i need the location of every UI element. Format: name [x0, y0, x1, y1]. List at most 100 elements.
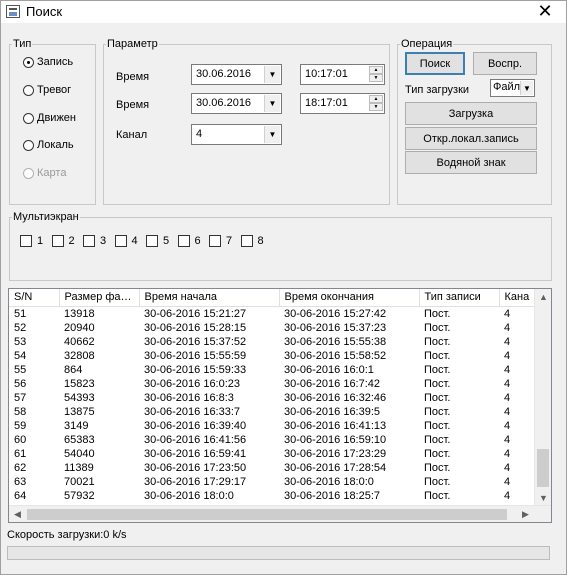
play-button[interactable]: Воспр. — [473, 52, 537, 75]
column-header[interactable]: S/N — [9, 289, 60, 307]
table-row[interactable]: 53 40662 30-06-2016 15:37:52 30-06-2016 15:… — [9, 335, 551, 349]
multiscreen-checkbox[interactable]: 2 — [51, 235, 75, 247]
scroll-thumb[interactable] — [537, 449, 549, 487]
column-header[interactable]: Время окончания — [279, 289, 420, 307]
table-cell: Пост. — [424, 489, 451, 502]
time-spinner[interactable]: ▲ ▼ — [369, 95, 383, 112]
table-cell: Пост. — [424, 475, 451, 488]
table-cell: 30-06-2016 16:59:10 — [284, 433, 387, 446]
multiscreen-checkbox[interactable]: 8 — [240, 235, 264, 247]
spin-up-icon[interactable]: ▲ — [369, 95, 383, 103]
multiscreen-checkbox[interactable]: 1 — [20, 235, 43, 247]
type-option[interactable]: Движен — [23, 112, 77, 124]
watermark-button[interactable]: Водяной знак — [405, 151, 537, 174]
table-row[interactable]: 58 13875 30-06-2016 16:33:7 30-06-2016 16:3… — [9, 405, 551, 419]
start-date-picker[interactable]: 30.06.2016 ▼ — [191, 64, 282, 85]
spin-down-icon[interactable]: ▼ — [369, 103, 383, 111]
multiscreen-checkbox[interactable]: 3 — [83, 235, 106, 247]
download-type-select[interactable]: Файл ▼ — [490, 79, 535, 97]
search-button[interactable]: Поиск — [405, 52, 465, 75]
open-local-record-button[interactable]: Откр.локал.запись — [405, 127, 537, 150]
checkbox-icon[interactable] — [240, 235, 253, 247]
table-cell: 30-06-2016 16:8:3 — [144, 391, 234, 404]
table-row[interactable]: 57 54393 30-06-2016 16:8:3 30-06-2016 16:32… — [9, 391, 551, 405]
horizontal-scrollbar[interactable]: ◀ ▶ — [9, 505, 551, 522]
end-date-picker[interactable]: 30.06.2016 ▼ — [191, 93, 282, 114]
time-spinner[interactable]: ▲ ▼ — [369, 66, 383, 83]
channel-select[interactable]: 4 ▼ — [191, 124, 282, 145]
multiscreen-checkbox[interactable]: 5 — [146, 235, 169, 247]
multiscreen-checkbox[interactable]: 4 — [114, 235, 138, 247]
table-cell: 40662 — [64, 335, 95, 348]
radio-icon[interactable] — [23, 139, 34, 151]
table-cell: 30-06-2016 17:23:50 — [144, 461, 247, 474]
radio-icon[interactable] — [23, 56, 34, 68]
table-cell: Пост. — [424, 461, 451, 474]
start-time-field[interactable]: 10:17:01 ▲ ▼ — [300, 64, 385, 85]
type-option[interactable]: Локаль — [23, 139, 77, 151]
table-cell: 30-06-2016 15:37:23 — [284, 321, 387, 334]
table-cell: 30-06-2016 15:59:33 — [144, 363, 247, 376]
search-window: Поиск ✕ Тип Запись Тревог Движен Локаль Карт… — [0, 0, 567, 575]
checkbox-icon[interactable] — [177, 235, 190, 247]
radio-icon[interactable] — [23, 112, 34, 124]
table-row[interactable]: 61 54040 30-06-2016 16:59:41 30-06-2016 17:… — [9, 447, 551, 461]
type-option[interactable]: Тревог — [23, 84, 77, 96]
table-row[interactable]: 60 65383 30-06-2016 16:41:56 30-06-2016 16:… — [9, 433, 551, 447]
table-cell: Пост. — [424, 307, 451, 320]
download-button[interactable]: Загрузка — [405, 102, 537, 125]
multiscreen-checkbox-label: 6 — [194, 235, 201, 247]
start-time-label: Время — [116, 71, 150, 83]
table-row[interactable]: 51 13918 30-06-2016 15:21:27 30-06-2016 15:… — [9, 306, 551, 321]
column-header[interactable]: Размер фа… — [59, 289, 140, 307]
table-cell: Пост. — [424, 433, 451, 446]
end-time-field[interactable]: 18:17:01 ▲ ▼ — [300, 93, 385, 114]
chevron-left-icon[interactable]: ◀ — [9, 506, 26, 522]
vertical-scrollbar[interactable]: ▲ ▼ — [534, 289, 551, 507]
table-row[interactable]: 63 70021 30-06-2016 17:29:17 30-06-2016 18:… — [9, 475, 551, 489]
checkbox-icon[interactable] — [209, 235, 221, 247]
radio-icon[interactable] — [23, 84, 34, 96]
table-row[interactable]: 62 11389 30-06-2016 17:23:50 30-06-2016 17:… — [9, 461, 551, 475]
chevron-down-icon[interactable]: ▼ — [520, 81, 533, 95]
scroll-thumb[interactable] — [27, 509, 507, 520]
channel-value: 4 — [196, 128, 203, 140]
checkbox-icon[interactable] — [20, 235, 32, 247]
table-cell: 20940 — [64, 321, 95, 334]
table-cell: 30-06-2016 17:29:17 — [144, 475, 247, 488]
title-bar: Поиск ✕ — [1, 1, 566, 23]
chevron-down-icon[interactable]: ▼ — [264, 66, 280, 83]
multiscreen-checkbox[interactable]: 6 — [177, 235, 201, 247]
table-row[interactable]: 64 57932 30-06-2016 18:0:0 30-06-2016 18:25… — [9, 489, 551, 503]
table-cell: 30-06-2016 16:33:7 — [144, 405, 241, 418]
close-icon[interactable]: ✕ — [534, 1, 556, 22]
table-row[interactable]: 52 20940 30-06-2016 15:28:15 30-06-2016 15:… — [9, 321, 551, 335]
multiscreen-checkbox-label: 5 — [163, 235, 170, 247]
type-option[interactable]: Запись — [23, 56, 77, 68]
spin-up-icon[interactable]: ▲ — [369, 66, 383, 74]
table-cell: 30-06-2016 15:27:42 — [284, 307, 387, 320]
chevron-down-icon[interactable]: ▼ — [264, 95, 280, 112]
table-row[interactable]: 59 3149 30-06-2016 16:39:40 30-06-2016 16:4… — [9, 419, 551, 433]
chevron-down-icon[interactable]: ▼ — [264, 126, 280, 143]
table-row[interactable]: 54 32808 30-06-2016 15:55:59 30-06-2016 15:… — [9, 349, 551, 363]
column-header[interactable]: Время начала — [139, 289, 280, 307]
chevron-up-icon[interactable]: ▲ — [535, 289, 551, 306]
table-cell: 53 — [14, 335, 27, 348]
table-row[interactable]: 56 15823 30-06-2016 16:0:23 30-06-2016 16:7… — [9, 377, 551, 391]
chevron-right-icon[interactable]: ▶ — [517, 506, 534, 522]
table-cell: 30-06-2016 16:39:5 — [284, 405, 381, 418]
table-cell: 57 — [14, 391, 27, 404]
checkbox-icon[interactable] — [146, 235, 158, 247]
spin-down-icon[interactable]: ▼ — [369, 74, 383, 82]
download-progress-bar — [7, 546, 550, 560]
checkbox-icon[interactable] — [83, 235, 95, 247]
type-option-label: Тревог — [37, 84, 72, 96]
table-row[interactable]: 55 864 30-06-2016 15:59:33 30-06-2016 16:0:… — [9, 363, 551, 377]
table-cell: 30-06-2016 15:28:15 — [144, 321, 247, 334]
checkbox-icon[interactable] — [114, 235, 127, 247]
checkbox-icon[interactable] — [51, 235, 64, 247]
records-table[interactable]: S/N Размер фа… Время начала Время окончания… — [8, 288, 552, 523]
multiscreen-checkbox[interactable]: 7 — [209, 235, 232, 247]
column-header[interactable]: Тип записи — [419, 289, 500, 307]
